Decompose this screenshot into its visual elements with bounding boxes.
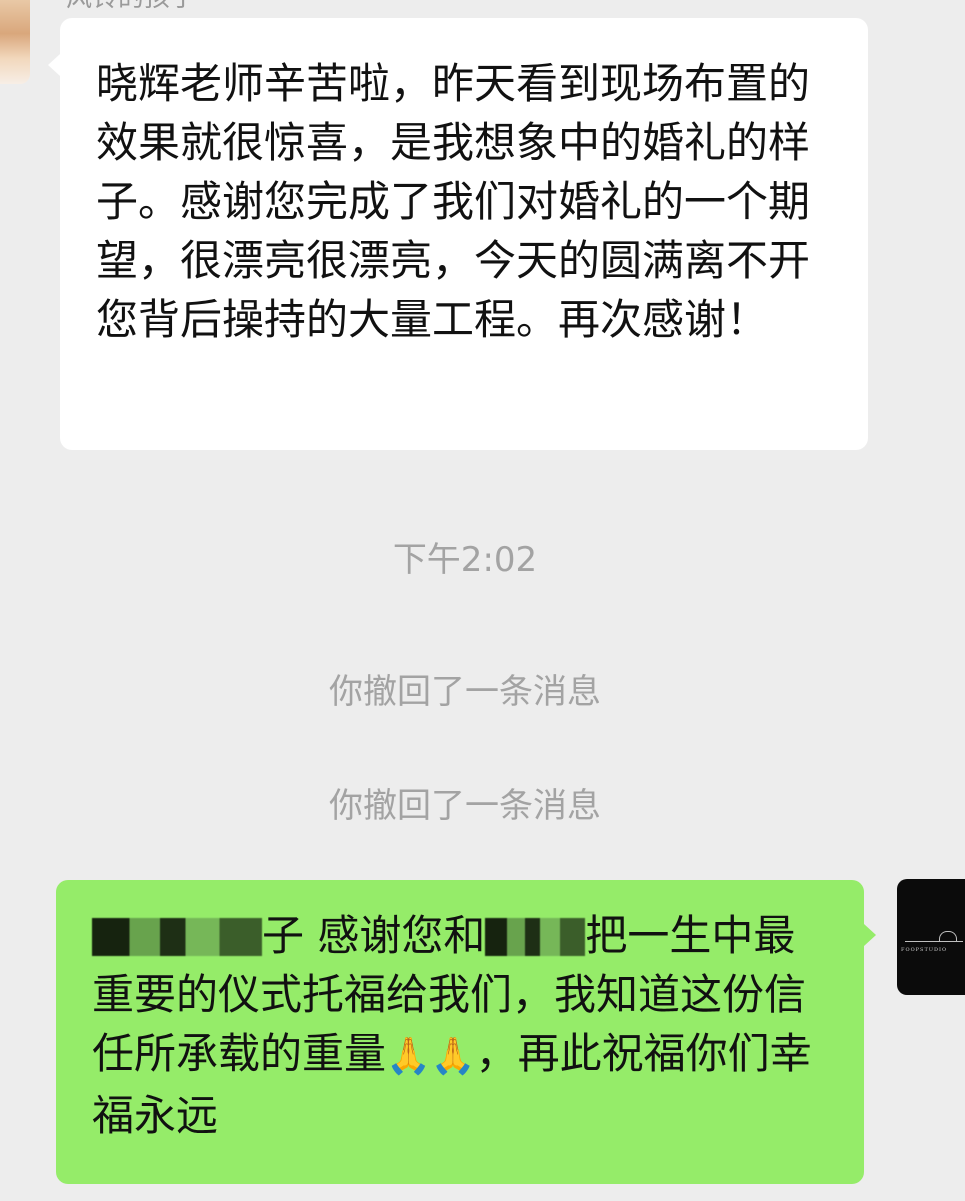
avatar-brand-text: FOOPSTUDIO — [901, 947, 948, 953]
skyline-logo-icon — [905, 931, 963, 942]
redacted-name — [485, 918, 586, 956]
folded-hands-icon: 🙏 — [386, 1036, 431, 1077]
recall-notice: 你撤回了一条消息 — [329, 786, 601, 826]
recall-notice: 你撤回了一条消息 — [329, 672, 601, 712]
outgoing-message-bubble[interactable]: 子 感谢您和 把一生中最重要的仪式托福给我们，我知道这份信任所承载的重量🙏🙏，再此… — [56, 880, 876, 1184]
message-timestamp: 下午2:02 — [392, 540, 538, 580]
redacted-name — [92, 918, 262, 956]
incoming-message-text: 晓辉老师辛苦啦，昨天看到现场布置的效果就很惊喜，是我想象中的婚礼的样子。感谢您完… — [96, 59, 811, 344]
sender-name: 风铃的孩子 — [66, 0, 196, 14]
self-avatar[interactable]: FOOPSTUDIO — [897, 879, 965, 995]
contact-avatar[interactable] — [0, 0, 30, 84]
outgoing-text-part: 子 感谢您和 — [262, 911, 486, 960]
incoming-message-bubble[interactable]: 晓辉老师辛苦啦，昨天看到现场布置的效果就很惊喜，是我想象中的婚礼的样子。感谢您完… — [48, 18, 868, 450]
folded-hands-icon: 🙏 — [430, 1036, 476, 1077]
